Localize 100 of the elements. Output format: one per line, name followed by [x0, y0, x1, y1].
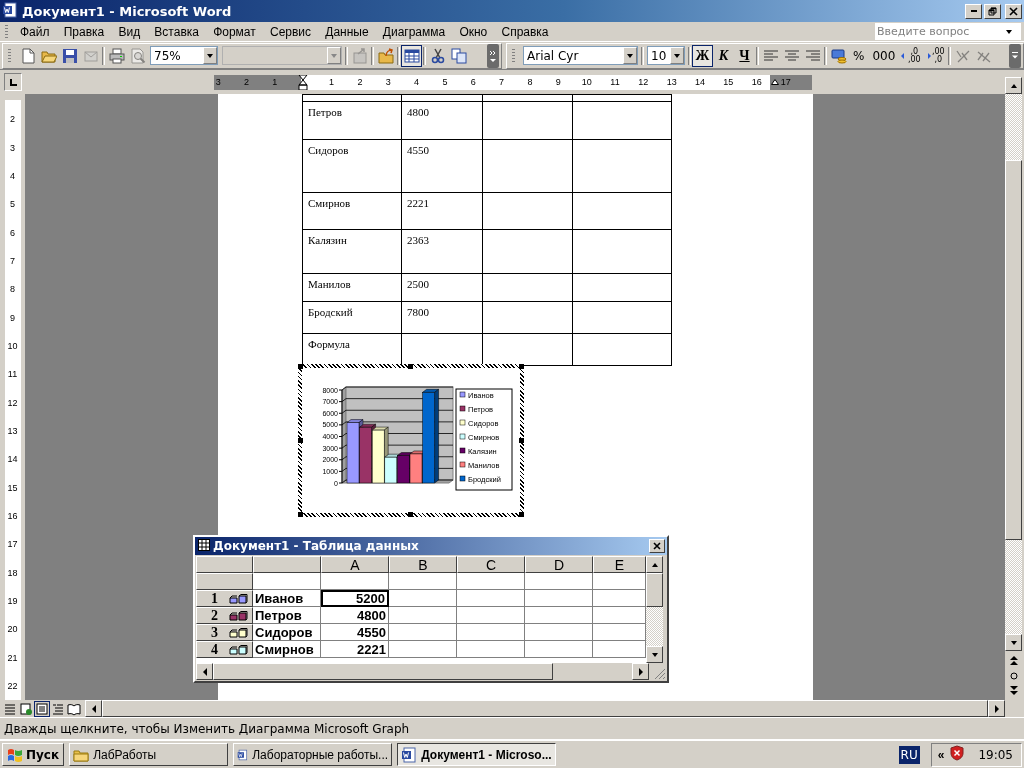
book-icon: [67, 701, 81, 716]
resize-handle[interactable]: [519, 512, 524, 517]
ruler-number: 1: [271, 77, 279, 87]
scroll-down-button[interactable]: [1005, 634, 1022, 651]
ruler-number: 7: [9, 254, 16, 268]
taskbar-button[interactable]: ЛабРаботы: [69, 743, 229, 766]
grid-cell: [389, 641, 457, 658]
resize-handle[interactable]: [519, 364, 524, 369]
format-button[interactable]: Ж: [692, 44, 713, 67]
toolbar-options-button[interactable]: [1009, 43, 1021, 68]
row-header[interactable]: 2: [196, 607, 253, 624]
datasheet-icon: [403, 47, 420, 64]
menu-item[interactable]: Вид: [112, 23, 147, 40]
menu-item[interactable]: Сервис: [263, 23, 318, 40]
horizontal-scrollbar[interactable]: [196, 663, 649, 680]
column-header[interactable]: B: [389, 556, 457, 573]
toolbar-grip: [512, 48, 515, 63]
import-file-icon: [351, 47, 368, 64]
taskbar-button[interactable]: Документ1 - Microso...: [397, 743, 557, 766]
close-icon: [1009, 6, 1018, 16]
scroll-up-button[interactable]: [1005, 77, 1022, 94]
word-document-icon: [2, 1, 18, 18]
column-header[interactable]: [253, 556, 321, 573]
arrow-down-icon: [673, 52, 681, 59]
ruler-number: 11: [6, 368, 19, 382]
column-header[interactable]: E: [593, 556, 646, 573]
format-button[interactable]: Ч: [734, 44, 755, 67]
taskbar-button[interactable]: Лабораторные работы...: [233, 743, 393, 766]
row-header[interactable]: [196, 573, 253, 590]
select-all-button[interactable]: [196, 556, 253, 573]
close-button[interactable]: [1005, 3, 1022, 19]
row-header[interactable]: 3: [196, 624, 253, 641]
resize-handle[interactable]: [408, 512, 413, 517]
font-size-dropdown[interactable]: 10: [647, 46, 685, 65]
menu-item[interactable]: Данные: [319, 23, 375, 40]
ruler-number: 18: [6, 566, 19, 580]
grid-cell[interactable]: 4550: [321, 624, 389, 641]
zoom-dropdown[interactable]: 75%: [150, 46, 218, 65]
vertical-scrollbar[interactable]: [1005, 94, 1022, 700]
column-header[interactable]: C: [457, 556, 525, 573]
scroll-right-button[interactable]: [988, 700, 1005, 717]
column-header[interactable]: A: [321, 556, 389, 573]
resize-handle[interactable]: [298, 512, 303, 517]
scroll-up-button[interactable]: [646, 556, 663, 573]
menu-item[interactable]: Файл: [14, 23, 56, 40]
menu-item[interactable]: Справка: [495, 23, 555, 40]
menu-item[interactable]: Правка: [57, 23, 111, 40]
vertical-scrollbar[interactable]: [646, 556, 663, 663]
menu-item[interactable]: Формат: [207, 23, 262, 40]
resize-handle[interactable]: [519, 438, 524, 443]
tab-stop-selector[interactable]: [4, 73, 22, 91]
scroll-left-button[interactable]: [196, 663, 213, 680]
resize-handle[interactable]: [408, 364, 413, 369]
column-header[interactable]: D: [525, 556, 593, 573]
menu-item[interactable]: Вставка: [148, 23, 205, 40]
scroll-thumb[interactable]: [646, 573, 663, 607]
format-button[interactable]: К: [713, 44, 734, 67]
print-layout-button[interactable]: [34, 700, 50, 717]
help-question-field[interactable]: Введите вопрос: [875, 23, 1021, 40]
restore-button[interactable]: [984, 3, 1001, 19]
resize-handle[interactable]: [298, 364, 303, 369]
scroll-thumb[interactable]: [213, 663, 553, 680]
language-indicator[interactable]: RU: [898, 745, 920, 764]
format-button[interactable]: %: [849, 44, 869, 67]
ruler-number: 1: [328, 77, 336, 87]
window-title: Документ1 - Таблица данных: [213, 539, 420, 553]
legend-swatch: [459, 461, 466, 468]
web-layout-button[interactable]: [18, 700, 34, 717]
grid-cell[interactable]: 5200: [321, 590, 389, 607]
show-hidden-icons-button[interactable]: «: [937, 747, 945, 762]
legend-swatch: [459, 447, 466, 454]
minimize-button[interactable]: [965, 3, 982, 19]
start-button[interactable]: Пуск: [2, 743, 65, 766]
scroll-down-button[interactable]: [646, 646, 663, 663]
scroll-left-button[interactable]: [85, 700, 102, 717]
decrease-decimal-button[interactable]: ,00 ,0: [923, 44, 948, 67]
ruler-number: 8: [526, 77, 534, 87]
font-dropdown[interactable]: Arial Cyr: [523, 46, 638, 65]
menu-item[interactable]: Окно: [453, 23, 494, 40]
scroll-right-button[interactable]: [632, 663, 649, 680]
grid-cell[interactable]: 2221: [321, 641, 389, 658]
close-button[interactable]: [649, 539, 665, 553]
row-header[interactable]: 1: [196, 590, 253, 607]
scroll-thumb[interactable]: [1005, 160, 1022, 540]
cell-text: Формула: [308, 338, 350, 350]
minimize-icon: [970, 10, 977, 12]
status-text: Дважды щелкните, чтобы Изменить Диаграмма Microsoft Graph: [4, 721, 410, 736]
toolbar-options-button[interactable]: [487, 43, 499, 68]
word-document-icon: [237, 746, 249, 763]
grid-cell[interactable]: 4800: [321, 607, 389, 624]
ruler-number: 21: [6, 651, 19, 665]
arrow-down-icon: [206, 52, 214, 59]
format-button[interactable]: 000: [868, 44, 900, 67]
menu-item[interactable]: Диаграмма: [376, 23, 452, 40]
row-header[interactable]: 4: [196, 641, 253, 658]
restore-icon: [988, 6, 997, 16]
clock: 19:05: [978, 747, 1013, 762]
resize-handle[interactable]: [298, 438, 303, 443]
datasheet-button[interactable]: [401, 44, 422, 67]
increase-decimal-button[interactable]: ,0 ,00: [899, 44, 924, 67]
